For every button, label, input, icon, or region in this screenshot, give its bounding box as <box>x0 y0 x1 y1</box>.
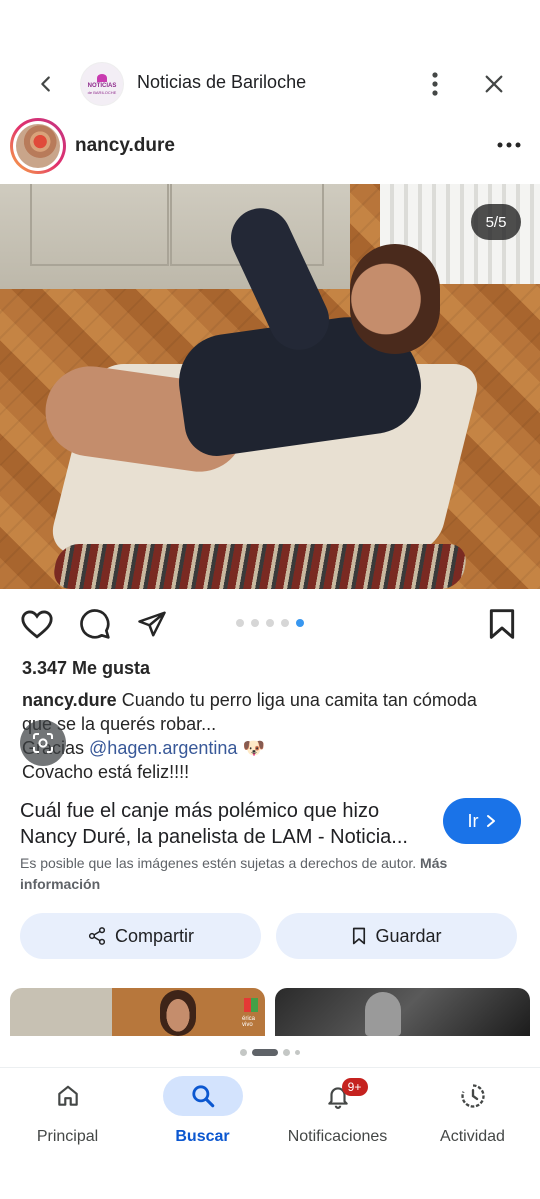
caption-text: que se la querés robar... <box>22 714 217 734</box>
save-label: Guardar <box>375 925 442 946</box>
result-title-line: Nancy Duré, la panelista de LAM - Notici… <box>20 826 408 848</box>
visit-button[interactable]: Ir <box>443 798 521 844</box>
pager-dot <box>251 619 259 627</box>
lens-search-button[interactable] <box>20 720 66 766</box>
share-button[interactable]: Compartir <box>20 913 261 959</box>
post-username[interactable]: nancy.dure <box>75 135 175 157</box>
nav-label: Actividad <box>440 1128 505 1145</box>
site-title: Noticias de Bariloche <box>137 72 307 92</box>
save-button[interactable]: Guardar <box>276 913 517 959</box>
nav-label: Notificaciones <box>287 1128 388 1145</box>
dog-emoji: 🐶 <box>242 738 265 758</box>
caption-username: nancy.dure <box>22 690 117 710</box>
more-vert-icon <box>432 72 438 96</box>
copyright-notice: Es posible que las imágenes estén sujeta… <box>20 853 520 895</box>
copyright-text: Es posible que las imágenes estén sujeta… <box>20 855 417 871</box>
post-photo[interactable]: 5/5 <box>0 184 540 589</box>
nav-item-buscar[interactable]: Buscar <box>135 1076 270 1166</box>
post-header: nancy.dure <box>0 118 540 184</box>
chevron-left-icon <box>41 76 50 92</box>
send-icon <box>138 611 166 637</box>
post-caption: nancy.dure Cuando tu perro liga una cami… <box>22 688 522 784</box>
site-logo: NOTICIAS de BARILOCHE <box>80 62 124 106</box>
photo-counter: 5/5 <box>471 204 521 240</box>
back-button[interactable] <box>26 64 66 104</box>
carousel-dot-active <box>252 1049 278 1056</box>
share-post-button[interactable] <box>132 604 172 644</box>
nav-label: Buscar <box>175 1128 230 1145</box>
bookmark-icon <box>353 927 366 945</box>
bookmark-icon <box>489 609 515 639</box>
caption-text: Covacho está feliz!!!! <box>22 762 190 782</box>
caption-text: Cuando tu perro liga una camita tan cómo… <box>121 690 477 710</box>
pager-dot <box>266 619 274 627</box>
lens-icon <box>33 733 53 753</box>
share-icon <box>88 927 106 945</box>
related-image-thumbnail[interactable] <box>275 988 530 1036</box>
search-icon <box>191 1085 214 1108</box>
site-logo-text: NOTICIAS <box>87 82 117 89</box>
more-options-button[interactable] <box>418 64 452 104</box>
top-app-bar: NOTICIAS de BARILOCHE Noticias de Barilo… <box>0 52 540 116</box>
heart-icon <box>21 610 53 639</box>
pager-dot-active <box>296 619 304 627</box>
carousel-dot <box>295 1050 300 1055</box>
comment-icon <box>80 609 110 639</box>
nav-item-actividad[interactable]: Actividad <box>405 1076 540 1166</box>
image-pager-dots <box>236 619 304 627</box>
channel-logo-icon <box>244 998 258 1012</box>
home-icon <box>57 1085 78 1106</box>
logo-mark-icon <box>97 73 107 82</box>
carousel-dot <box>240 1049 247 1056</box>
nav-label: Principal <box>36 1128 99 1145</box>
carousel-dots <box>240 1049 300 1056</box>
thumbnail-badge-text: érica vivo <box>242 1016 256 1028</box>
nav-item-principal[interactable]: Principal <box>0 1076 135 1166</box>
result-title-line: Cuál fue el canje más polémico que hizo <box>20 800 380 822</box>
pager-dot <box>281 619 289 627</box>
visit-label: Ir <box>467 810 479 831</box>
caption-mention[interactable]: @hagen.argentina <box>89 738 237 758</box>
avatar[interactable] <box>10 118 66 174</box>
like-button[interactable] <box>17 604 57 644</box>
post-options-button[interactable] <box>492 132 526 158</box>
nav-item-notificaciones[interactable]: 9+ Notificaciones <box>270 1076 405 1166</box>
post-actions <box>0 604 540 644</box>
chevron-right-icon <box>486 815 495 827</box>
close-button[interactable] <box>474 64 514 104</box>
result-title[interactable]: Cuál fue el canje más polémico que hizo … <box>20 798 430 850</box>
history-icon <box>460 1084 485 1108</box>
more-horiz-icon <box>497 142 521 148</box>
carousel-dot <box>283 1049 290 1056</box>
comment-button[interactable] <box>75 604 115 644</box>
site-logo-subtext: de BARILOCHE <box>87 89 117 95</box>
share-label: Compartir <box>114 925 194 946</box>
pager-dot <box>236 619 244 627</box>
related-image-thumbnail[interactable]: érica vivo <box>10 988 265 1036</box>
likes-count: 3.347 Me gusta <box>22 658 151 678</box>
bookmark-button[interactable] <box>482 604 522 644</box>
close-icon <box>485 75 503 93</box>
bottom-navigation: Principal Buscar 9+ Notificaciones Activ… <box>0 1067 540 1199</box>
notification-badge: 9+ <box>341 1078 368 1096</box>
